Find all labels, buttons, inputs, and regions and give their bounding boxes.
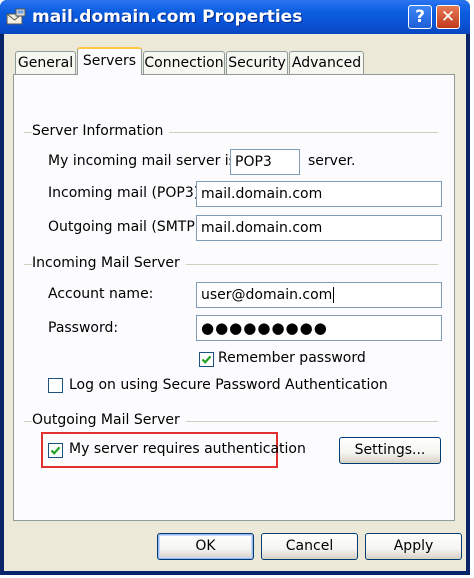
remember-password-checkbox[interactable] bbox=[199, 352, 214, 367]
dialog-client-area: General Servers Connection Security Adva… bbox=[4, 34, 466, 571]
server-info-group-title: Server Information bbox=[32, 123, 170, 139]
cancel-button[interactable]: Cancel bbox=[261, 533, 358, 560]
tab-security[interactable]: Security bbox=[226, 51, 288, 74]
spa-checkbox[interactable] bbox=[48, 378, 63, 393]
properties-dialog: mail.domain.com Properties ? ✕ General S… bbox=[0, 0, 470, 575]
account-name-value: user@domain.com bbox=[201, 287, 333, 303]
incoming-server-label: Incoming mail (POP3): bbox=[48, 185, 204, 201]
requires-auth-label[interactable]: My server requires authentication bbox=[69, 441, 306, 457]
incoming-server-group-title: Incoming Mail Server bbox=[32, 255, 186, 271]
account-name-label: Account name: bbox=[48, 286, 154, 302]
close-button[interactable]: ✕ bbox=[436, 5, 460, 29]
tab-general[interactable]: General bbox=[15, 51, 76, 74]
spa-label[interactable]: Log on using Secure Password Authenticat… bbox=[69, 377, 388, 393]
servers-tab-panel: Server Information My incoming mail serv… bbox=[13, 74, 455, 521]
title-bar[interactable]: mail.domain.com Properties ? ✕ bbox=[0, 0, 470, 34]
incoming-type-label: My incoming mail server is a bbox=[48, 153, 250, 169]
incoming-server-input[interactable]: mail.domain.com bbox=[196, 181, 442, 207]
tab-servers[interactable]: Servers bbox=[77, 47, 142, 75]
text-caret bbox=[333, 287, 335, 303]
outgoing-server-input[interactable]: mail.domain.com bbox=[196, 215, 442, 241]
tab-connection[interactable]: Connection bbox=[143, 51, 225, 74]
account-name-input[interactable]: user@domain.com bbox=[196, 282, 442, 308]
apply-button[interactable]: Apply bbox=[365, 533, 462, 560]
server-suffix-label: server. bbox=[308, 153, 356, 169]
remember-password-label[interactable]: Remember password bbox=[218, 350, 366, 366]
help-button[interactable]: ? bbox=[408, 5, 432, 29]
checkmark-icon bbox=[201, 355, 212, 364]
requires-auth-checkbox[interactable] bbox=[48, 443, 63, 458]
outgoing-settings-button[interactable]: Settings... bbox=[339, 437, 441, 464]
password-label: Password: bbox=[48, 320, 119, 336]
tab-advanced[interactable]: Advanced bbox=[289, 51, 364, 74]
ok-button[interactable]: OK bbox=[157, 533, 254, 560]
mail-account-icon bbox=[6, 8, 26, 25]
incoming-type-field: POP3 bbox=[230, 149, 300, 175]
checkmark-icon bbox=[50, 446, 61, 455]
password-input[interactable]: ●●●●●●●●● bbox=[196, 315, 442, 341]
outgoing-server-label: Outgoing mail (SMTP): bbox=[48, 219, 205, 235]
outgoing-server-group-title: Outgoing Mail Server bbox=[32, 412, 186, 428]
window-title: mail.domain.com Properties bbox=[32, 7, 303, 27]
